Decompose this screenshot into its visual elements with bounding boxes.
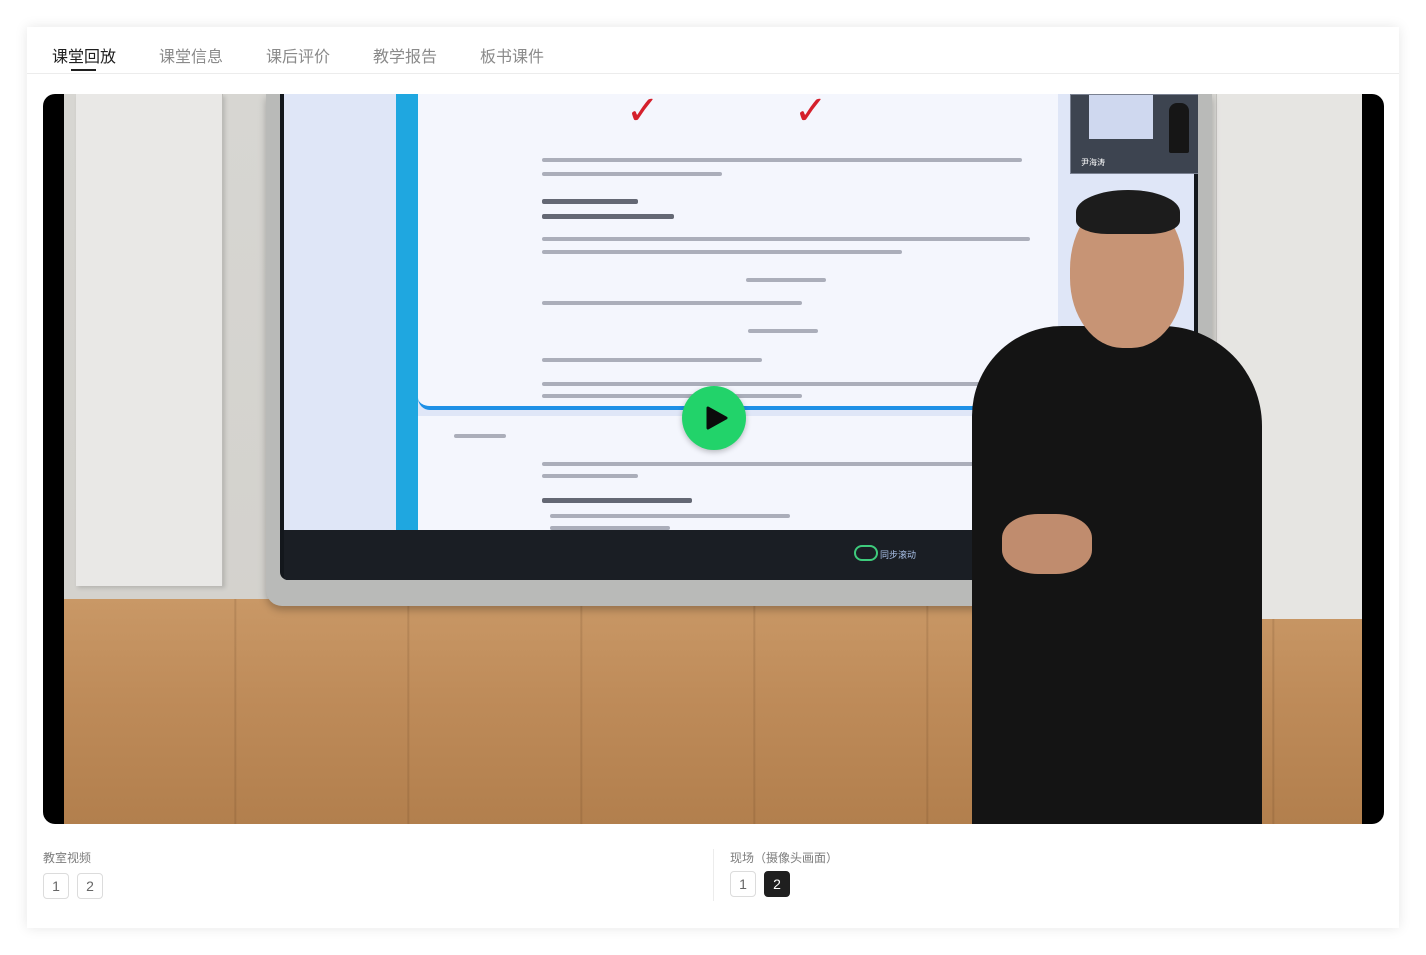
classroom-video-1-button[interactable]: 1: [43, 873, 69, 899]
left-wall-panel: [76, 94, 223, 586]
tab-class-replay[interactable]: 课堂回放: [52, 43, 116, 67]
check-mark-icon: ✓: [794, 94, 828, 134]
replay-panel: 课堂回放 课堂信息 课后评价 教学报告 板书课件 ✓ ✓ 尹海涛 同步滚动 教室…: [27, 27, 1399, 928]
camera-inset: 尹海涛: [1070, 94, 1198, 174]
video-frame: ✓ ✓ 尹海涛 同步滚动: [64, 94, 1362, 824]
live-video-2-button[interactable]: 2: [764, 871, 790, 897]
section-divider: [713, 849, 714, 901]
classroom-video-2-button[interactable]: 2: [77, 873, 103, 899]
tab-board-courseware[interactable]: 板书课件: [480, 43, 544, 67]
inset-teacher-name: 尹海涛: [1081, 158, 1105, 167]
sync-toggle-icon: [854, 545, 878, 561]
live-video-title: 现场（摄像头画面）: [730, 851, 839, 865]
classroom-video-title: 教室视频: [43, 851, 92, 865]
check-mark-icon: ✓: [626, 94, 660, 134]
teacher-hair: [1076, 190, 1180, 234]
tab-class-info[interactable]: 课堂信息: [159, 43, 223, 67]
play-button[interactable]: [682, 386, 746, 450]
teacher-body: [972, 326, 1262, 824]
tab-bar: 课堂回放 课堂信息 课后评价 教学报告 板书课件: [27, 27, 1399, 74]
board-document: ✓ ✓: [418, 94, 1058, 410]
live-video-1-button[interactable]: 1: [730, 871, 756, 897]
sync-scroll-label: 同步滚动: [880, 550, 917, 560]
tab-teaching-report[interactable]: 教学报告: [373, 43, 437, 67]
video-player[interactable]: ✓ ✓ 尹海涛 同步滚动: [43, 94, 1384, 824]
teacher-hands: [1002, 514, 1092, 574]
active-tab-indicator: [71, 69, 96, 71]
play-icon: [706, 406, 728, 430]
tab-after-class-evaluation[interactable]: 课后评价: [266, 43, 330, 67]
